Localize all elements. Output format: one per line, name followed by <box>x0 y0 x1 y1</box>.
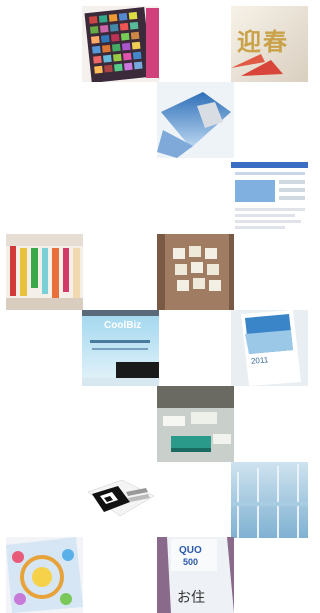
glass-partition-image <box>231 462 308 538</box>
tile-coolbiz-poster[interactable]: CoolBiz <box>82 310 159 386</box>
qr-code-card-image <box>82 462 159 538</box>
tile-website-screenshot[interactable] <box>231 158 308 234</box>
tile-glass-partition-office[interactable] <box>231 462 308 538</box>
quo-card-footer: お住 <box>177 589 205 605</box>
new-year-card-text: 迎春 <box>237 27 289 56</box>
website-screenshot-image <box>231 158 308 234</box>
tile-quo-card[interactable]: QUO 500 お住 <box>157 537 234 613</box>
tile-calendar-2011[interactable]: 2011 <box>231 310 308 386</box>
color-swatch-rack-image <box>6 234 83 310</box>
tile-photo-collage-booklet[interactable] <box>82 6 159 82</box>
meeting-table-image <box>157 386 234 462</box>
tile-color-swatch-rack[interactable] <box>6 234 83 310</box>
tile-meeting-table-papers[interactable] <box>157 386 234 462</box>
tile-sticky-notes-on-board[interactable] <box>157 234 234 310</box>
tile-colorful-brochure[interactable] <box>6 537 83 613</box>
tile-new-year-card[interactable]: 迎春 <box>231 6 308 82</box>
quo-card-value: 500 <box>183 557 199 567</box>
sky-folded-card-image <box>157 82 234 158</box>
calendar-year: 2011 <box>250 355 269 366</box>
photo-collage-image <box>82 6 159 82</box>
tile-qr-code-card[interactable] <box>82 462 159 538</box>
coolbiz-poster-title: CoolBiz <box>104 320 142 331</box>
sticky-notes-image <box>157 234 234 310</box>
tile-sky-folded-card[interactable] <box>157 82 234 158</box>
colorful-brochure-image <box>6 537 83 613</box>
quo-card-brand: QUO <box>179 545 202 556</box>
calendar-2011-image <box>231 310 308 386</box>
